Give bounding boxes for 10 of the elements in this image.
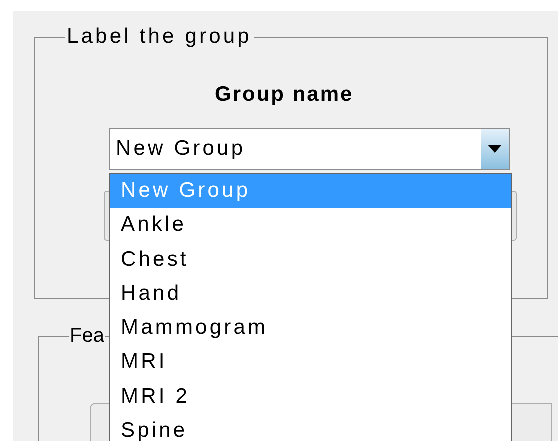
field-label: Group name [215, 82, 354, 108]
dropdown-option[interactable]: Spine [110, 414, 511, 441]
dropdown-option[interactable]: Ankle [110, 208, 511, 243]
dropdown-option[interactable]: Chest [110, 242, 511, 277]
dropdown-option[interactable]: MRI [110, 345, 511, 380]
dropdown-option[interactable]: Mammogram [110, 311, 511, 346]
dropdown-option[interactable]: Hand [110, 276, 511, 312]
group-name-dropdown[interactable]: New Group [109, 128, 510, 170]
caret-icon [488, 145, 502, 153]
dropdown-option[interactable]: MRI 2 [110, 380, 511, 414]
